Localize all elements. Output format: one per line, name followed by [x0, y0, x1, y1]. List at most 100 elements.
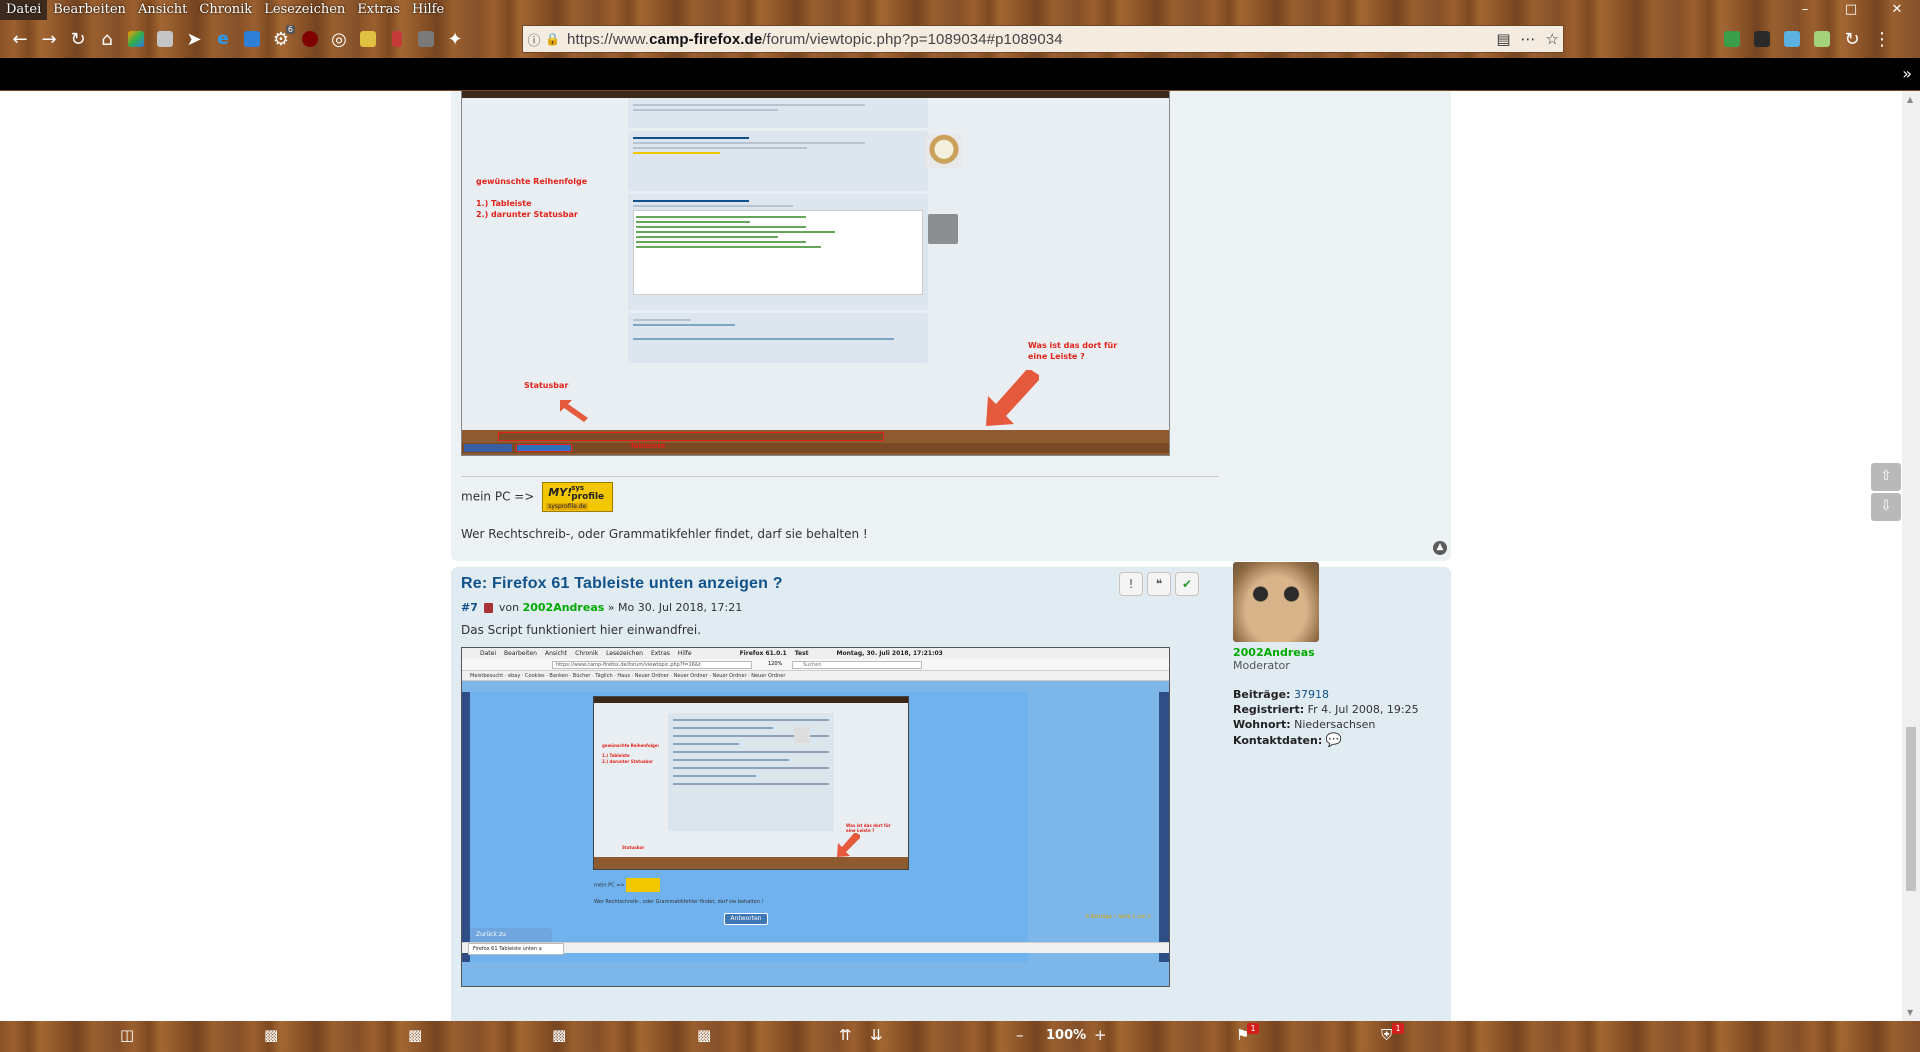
chat-bubble-icon[interactable]: 💬 [1326, 733, 1342, 748]
post-meta: #7 von 2002Andreas » Mo 30. Jul 2018, 17:… [461, 601, 742, 614]
menu-chronik[interactable]: Chronik [193, 0, 258, 20]
zoom-out-button[interactable]: – [1016, 1026, 1024, 1044]
signature-pc: mein PC => MY! sys profile sysprofile.de [461, 482, 614, 512]
menu-bar: Datei Bearbeiten Ansicht Chronik Lesezei… [0, 0, 1920, 20]
quote-button[interactable]: ❝ [1147, 572, 1171, 596]
sysprofile-logo[interactable]: MY! sys profile sysprofile.de [542, 482, 614, 512]
profile-location: Wohnort: Niedersachsen [1233, 718, 1433, 731]
colored-home-icon[interactable] [122, 25, 150, 53]
bookmarks-toolbar: » [0, 58, 1920, 90]
menu-ansicht[interactable]: Ansicht [132, 0, 193, 20]
reader-view-icon[interactable]: ▤ [1496, 30, 1510, 48]
shield-addon-icon[interactable]: ⛨ [1381, 1026, 1392, 1044]
sync-icon[interactable] [1808, 25, 1836, 53]
menu-extras[interactable]: Extras [351, 0, 406, 20]
circle-addon-icon[interactable]: ◎ [325, 25, 353, 53]
puzzle-icon[interactable]: ✦ [441, 25, 469, 53]
ss-sig-prefix: mein PC => [594, 882, 625, 889]
forward-arrow-icon[interactable]: → [35, 25, 63, 53]
ss-sig-text: Wer Rechtschreib-, oder Grammatikfehler … [594, 899, 764, 905]
ss-back-link: Zurück zu „Anpassungen" [470, 928, 552, 952]
url-text[interactable]: https://www.camp-firefox.de/forum/viewto… [563, 31, 1063, 48]
minimize-button[interactable]: – [1782, 0, 1828, 20]
screenshot-bookmarks: Meistbesucht · ebay · Cookies · Banken ·… [462, 671, 1169, 681]
scroll-top-button[interactable]: ⇧ [1871, 463, 1901, 491]
lock-icon[interactable]: 🔒 [545, 32, 563, 46]
post-number[interactable]: #7 [461, 601, 478, 614]
red-addon-icon[interactable] [383, 25, 411, 53]
overflow-chevron-icon[interactable]: » [1902, 64, 1912, 83]
sidebar-icon[interactable]: ◫ [120, 1026, 134, 1044]
ss-tabbar: Firefox 61 Tableiste unten a [462, 942, 1169, 955]
menu-lesezeichen[interactable]: Lesezeichen [258, 0, 351, 20]
profile-username[interactable]: 2002Andreas [1233, 646, 1433, 659]
maximize-button[interactable]: □ [1828, 0, 1874, 20]
scroll-up-double-icon[interactable]: ⇈ [839, 1026, 852, 1044]
send-icon[interactable]: ➤ [180, 25, 208, 53]
pen-addon-icon[interactable] [354, 25, 382, 53]
menu-hilfe[interactable]: Hilfe [406, 0, 450, 20]
report-button[interactable]: ! [1119, 572, 1143, 596]
ss-menu-item: Chronik [575, 650, 599, 657]
box-addon-icon[interactable] [412, 25, 440, 53]
internet-explorer-icon[interactable]: e [209, 25, 237, 53]
addon-icon-4[interactable]: ▩ [697, 1026, 711, 1044]
download-icon[interactable] [1718, 25, 1746, 53]
post-file-icon[interactable] [483, 603, 493, 613]
mini-post [628, 98, 928, 128]
zoom-in-button[interactable]: + [1094, 1026, 1107, 1044]
ss-inner-statusbar: Statusbar [622, 845, 645, 850]
addon-icon-2[interactable]: ▩ [408, 1026, 422, 1044]
scroll-bottom-button[interactable]: ⇩ [1871, 493, 1901, 521]
zoom-level[interactable]: 100% [1046, 1028, 1086, 1043]
scroll-up-icon[interactable]: ▲ [1907, 95, 1913, 104]
save-icon[interactable] [1778, 25, 1806, 53]
annotation-statusbar: Statusbar [524, 381, 569, 390]
menu-datei[interactable]: Datei [0, 0, 48, 20]
ss-menu-item: Datei [480, 650, 497, 657]
ublock-origin-icon[interactable] [296, 25, 324, 53]
screenshot-icon[interactable] [151, 25, 179, 53]
restart-icon[interactable]: ↻ [1838, 25, 1866, 53]
back-arrow-icon[interactable]: ← [6, 25, 34, 53]
screenshot-tabbar: Tableiste [462, 442, 1169, 453]
post-profile: 2002Andreas Moderator Beiträge: 37918 Re… [1233, 562, 1433, 748]
post-author[interactable]: 2002Andreas [523, 601, 605, 614]
menu-bearbeiten[interactable]: Bearbeiten [47, 0, 132, 20]
url-bar[interactable]: ⓘ 🔒 https://www.camp-firefox.de/forum/vi… [522, 25, 1564, 53]
ss-inner-wish-line2: 2.) darunter Statusbar [602, 759, 653, 764]
home-icon[interactable]: ⌂ [93, 25, 121, 53]
ss-inner-avatar [794, 727, 810, 743]
annotation-wish-title: gewünschte Reihenfolge [476, 177, 588, 186]
post-title[interactable]: Re: Firefox 61 Tableiste unten anzeigen … [461, 575, 783, 593]
back-to-top-icon[interactable]: ▲ [1433, 541, 1447, 555]
bookmark-star-icon[interactable]: ☆ [1546, 30, 1559, 48]
avatar[interactable] [1233, 562, 1319, 642]
close-window-button[interactable]: ✕ [1874, 0, 1920, 20]
reload-icon[interactable]: ↻ [64, 25, 92, 53]
posts-label: Beiträge: [1233, 688, 1291, 701]
accept-button[interactable]: ✔ [1175, 572, 1199, 596]
scrollbar-thumb[interactable] [1906, 727, 1916, 891]
screenshot-navbar: https://www.camp-firefox.de/forum/viewto… [462, 659, 1169, 671]
posts-count[interactable]: 37918 [1294, 688, 1329, 701]
overflow-menu-icon[interactable]: ⋮ [1868, 25, 1896, 53]
info-icon[interactable]: ⓘ [523, 30, 545, 49]
ss-search: Suchen [792, 661, 922, 669]
camera-icon[interactable] [1748, 25, 1776, 53]
addon-icon-1[interactable]: ▩ [264, 1026, 278, 1044]
logo-sys-text: sys [571, 484, 585, 492]
scroll-down-double-icon[interactable]: ⇊ [870, 1026, 883, 1044]
addon-icon-3[interactable]: ▩ [552, 1026, 566, 1044]
post-screenshot-image[interactable]: Datei Bearbeiten Ansicht Chronik Lesezei… [461, 647, 1170, 987]
ss-menu-item: Extras [650, 650, 670, 657]
url-domain: camp-firefox.de [649, 30, 763, 48]
forum-post-7: Re: Firefox 61 Tableiste unten anzeigen … [451, 562, 1451, 1021]
page-actions-icon[interactable]: ⋯ [1521, 30, 1536, 48]
blue-addon-icon[interactable] [238, 25, 266, 53]
page-scrollbar[interactable]: ▲ ▼ [1902, 91, 1920, 1021]
gear-addon-icon[interactable]: ⚙ 6 [267, 25, 295, 53]
post-screenshot-image[interactable]: gewünschte Reihenfolge 1.) Tableiste 2.)… [461, 91, 1170, 456]
scroll-down-icon[interactable]: ▼ [1907, 1008, 1913, 1017]
red-arrow-icon [986, 370, 1039, 426]
